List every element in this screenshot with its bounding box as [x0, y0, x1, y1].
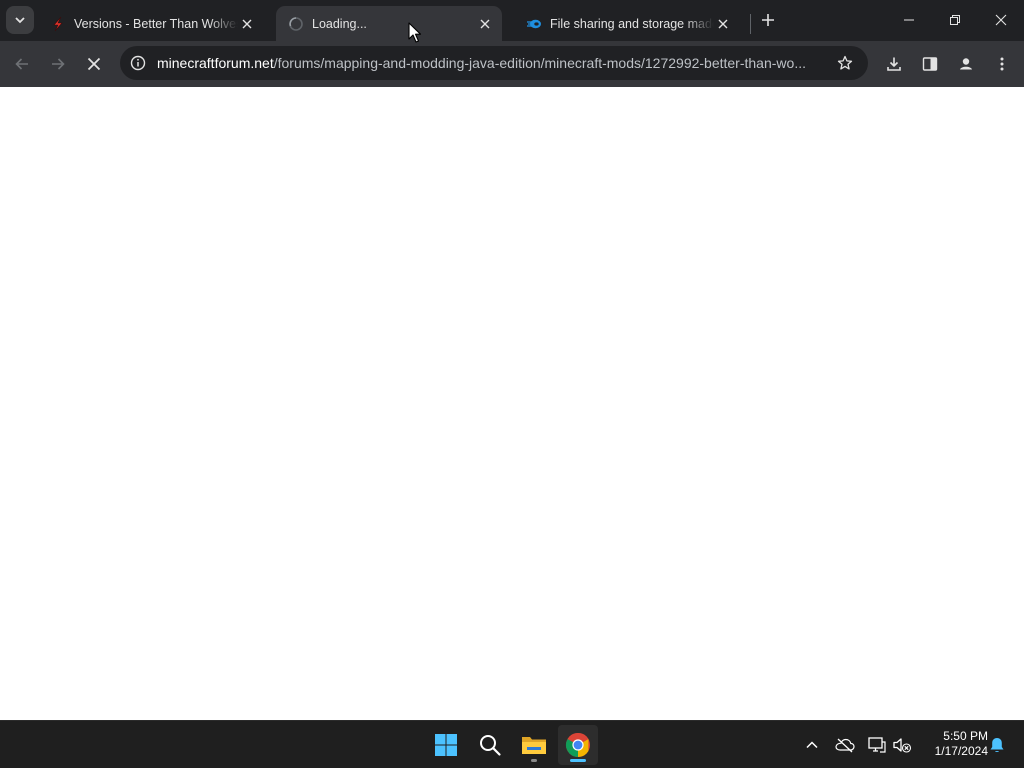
- taskbar-search-button[interactable]: [470, 725, 510, 765]
- network-tray-button[interactable]: [865, 733, 889, 757]
- bell-icon: [990, 738, 1004, 752]
- tab-separator: [750, 14, 751, 34]
- clock-date: 1/17/2024: [934, 744, 988, 758]
- mediafire-icon: [526, 16, 542, 32]
- tab-search-button[interactable]: [6, 6, 34, 34]
- address-url: minecraftforum.net/forums/mapping-and-mo…: [157, 55, 828, 71]
- close-window-button[interactable]: [978, 0, 1024, 40]
- tab-file-sharing[interactable]: File sharing and storage made simple: [514, 6, 740, 41]
- tab-title: Versions - Better Than Wolves Wiki: [74, 16, 238, 31]
- side-panel-button[interactable]: [914, 48, 946, 80]
- volume-tray-button[interactable]: [890, 733, 914, 757]
- tab-title: File sharing and storage made simple: [550, 16, 714, 31]
- mouse-pointer-icon: [408, 22, 422, 43]
- loading-spinner-icon: [288, 16, 304, 32]
- site-info-icon[interactable]: [121, 55, 155, 71]
- address-bar[interactable]: minecraftforum.net/forums/mapping-and-mo…: [120, 46, 868, 80]
- chrome-taskbar-button[interactable]: [558, 725, 598, 765]
- restore-button[interactable]: [932, 0, 978, 40]
- search-icon: [480, 735, 501, 756]
- forward-button[interactable]: [42, 48, 74, 80]
- chevron-up-icon: [806, 741, 818, 749]
- restore-icon: [950, 15, 960, 25]
- tab-title: Loading...: [312, 16, 367, 31]
- windows-start-icon: [435, 734, 457, 756]
- app-running-indicator: [531, 759, 537, 762]
- arrow-left-icon: [15, 58, 28, 70]
- page-content: [0, 87, 1024, 720]
- cloud-offline-icon: [835, 738, 855, 753]
- back-button[interactable]: [6, 48, 38, 80]
- browser-toolbar: minecraftforum.net/forums/mapping-and-mo…: [0, 41, 1024, 87]
- notifications-button[interactable]: [985, 733, 1009, 757]
- file-explorer-icon: [522, 737, 546, 754]
- clock-time: 5:50 PM: [943, 729, 988, 743]
- chevron-down-icon: [15, 17, 25, 24]
- url-host: minecraftforum.net: [157, 55, 274, 71]
- download-icon: [887, 57, 901, 71]
- taskbar-clock[interactable]: 5:50 PM 1/17/2024: [918, 729, 988, 759]
- new-tab-button[interactable]: [756, 8, 780, 32]
- start-button[interactable]: [426, 725, 466, 765]
- stop-loading-button[interactable]: [78, 48, 110, 80]
- plus-icon: [762, 14, 774, 26]
- tab-versions[interactable]: Versions - Better Than Wolves Wiki: [38, 6, 264, 41]
- profile-icon: [957, 55, 975, 73]
- minimize-button[interactable]: [886, 0, 932, 40]
- close-icon[interactable]: [714, 15, 732, 33]
- app-active-indicator: [570, 759, 586, 762]
- bookmark-star-icon[interactable]: [828, 55, 862, 71]
- show-hidden-icons-button[interactable]: [800, 733, 824, 757]
- network-icon: [868, 737, 886, 753]
- volume-muted-icon: [893, 738, 912, 753]
- kebab-menu-icon: [1000, 57, 1004, 71]
- file-explorer-button[interactable]: [514, 725, 554, 765]
- menu-button[interactable]: [986, 48, 1018, 80]
- close-icon: [995, 14, 1007, 26]
- chrome-icon: [565, 732, 590, 757]
- close-icon[interactable]: [476, 15, 494, 33]
- minimize-icon: [904, 19, 914, 21]
- arrow-right-icon: [52, 58, 65, 70]
- url-path: /forums/mapping-and-modding-java-edition…: [273, 55, 806, 71]
- close-icon: [87, 57, 101, 71]
- tab-strip: Versions - Better Than Wolves Wiki Loadi…: [0, 0, 1024, 41]
- tab-loading[interactable]: Loading...: [276, 6, 502, 41]
- btw-lightning-icon: [50, 16, 66, 32]
- taskbar: 5:50 PM 1/17/2024: [0, 720, 1024, 768]
- close-icon[interactable]: [238, 15, 256, 33]
- side-panel-icon: [922, 57, 938, 71]
- profile-button[interactable]: [950, 48, 982, 80]
- downloads-button[interactable]: [878, 48, 910, 80]
- onedrive-tray-button[interactable]: [833, 733, 857, 757]
